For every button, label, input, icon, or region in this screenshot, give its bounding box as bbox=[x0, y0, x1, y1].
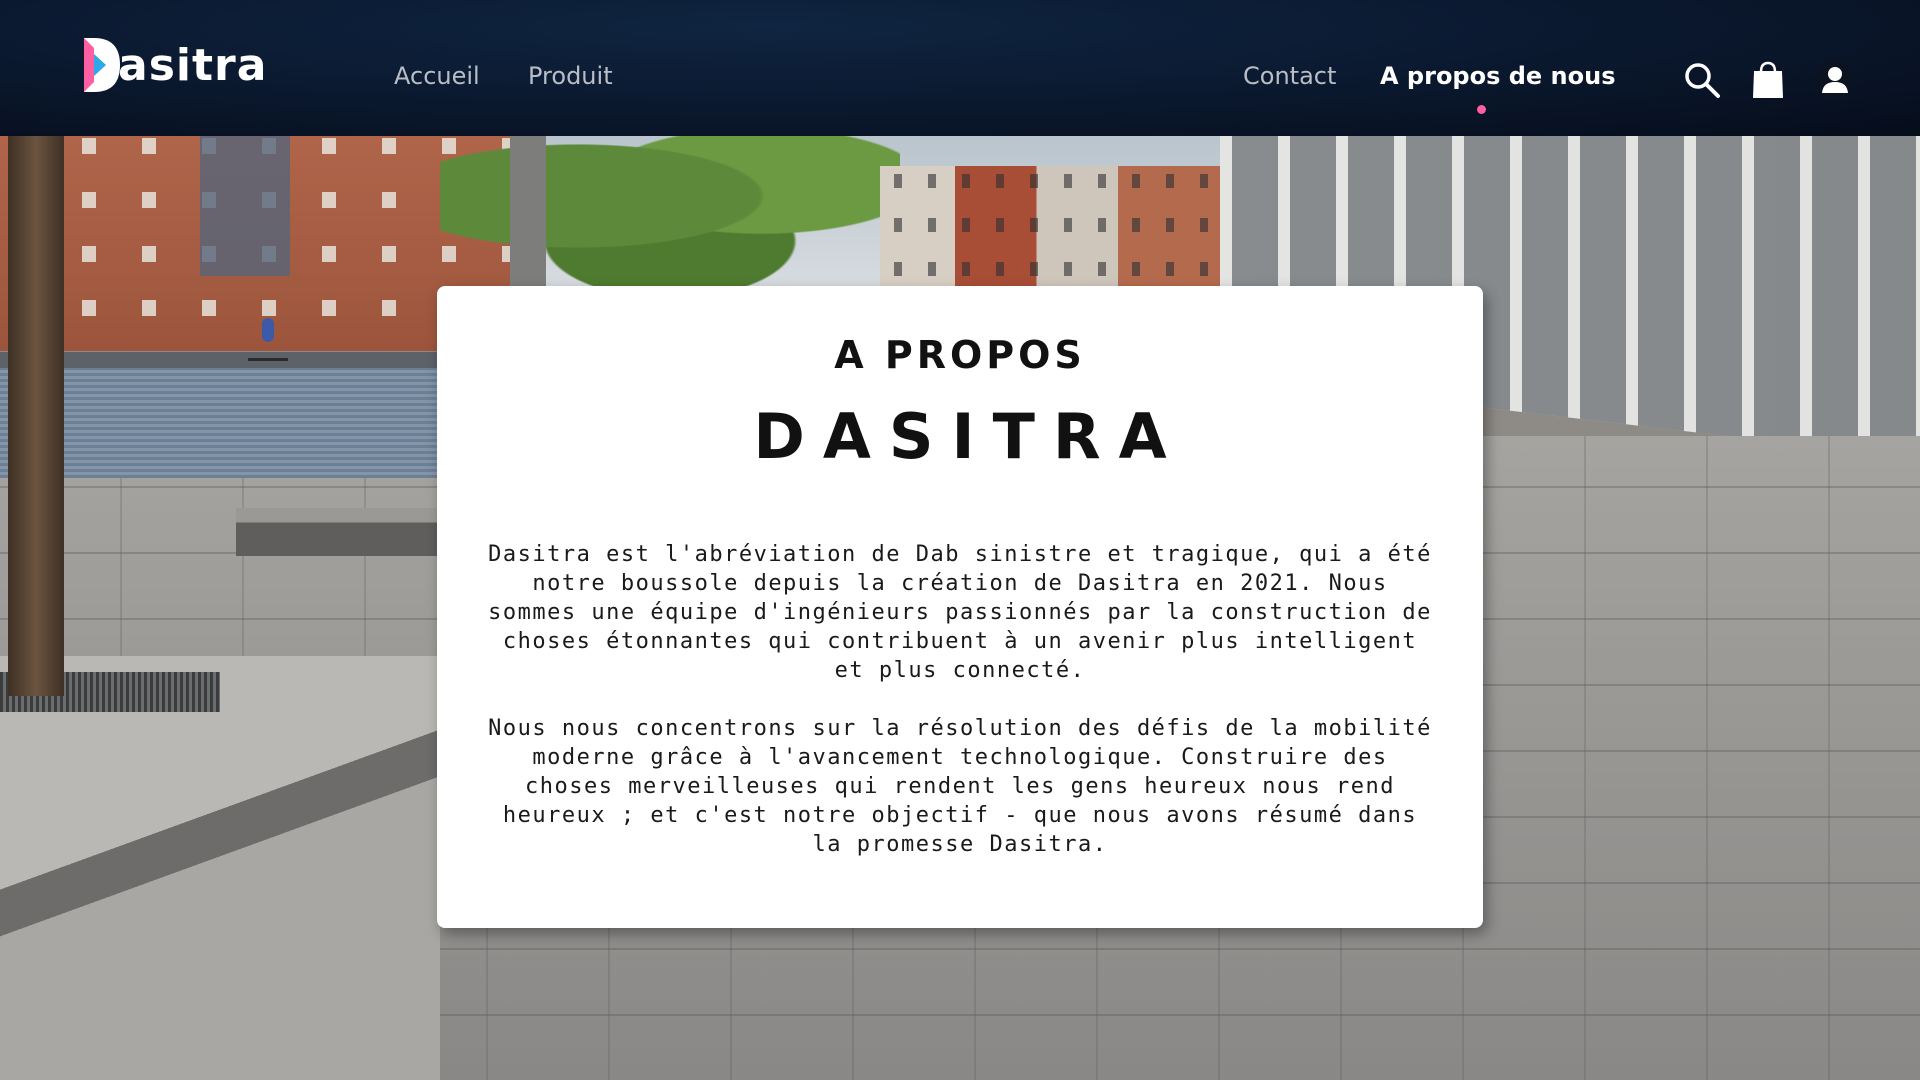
tree-trunk bbox=[8, 136, 64, 696]
logo[interactable]: asitra bbox=[80, 34, 267, 94]
about-title: DASITRA bbox=[753, 400, 1185, 473]
about-page: asitra Accueil Produit Contact A propos … bbox=[0, 0, 1920, 1080]
distant-houses bbox=[880, 166, 1220, 296]
nav-contact[interactable]: Contact bbox=[1243, 62, 1336, 90]
logo-text: asitra bbox=[118, 40, 268, 91]
nav-a-propos[interactable]: A propos de nous bbox=[1380, 62, 1616, 90]
concrete-pole bbox=[510, 136, 546, 286]
about-subtitle: A PROPOS bbox=[834, 333, 1086, 377]
active-nav-indicator bbox=[1477, 105, 1486, 114]
nav-accueil[interactable]: Accueil bbox=[394, 62, 480, 90]
search-icon[interactable] bbox=[1682, 60, 1722, 100]
cyclist bbox=[248, 316, 288, 361]
about-paragraph-1: Dasitra est l'abréviation de Dab sinistr… bbox=[488, 542, 1432, 683]
nav-produit[interactable]: Produit bbox=[528, 62, 613, 90]
trees bbox=[440, 136, 900, 286]
stone-steps bbox=[0, 656, 440, 1080]
logo-mark-icon bbox=[84, 38, 120, 92]
about-card: A PROPOS DASITRA Dasitra est l'abréviati… bbox=[437, 286, 1483, 928]
canal-water bbox=[0, 368, 440, 478]
about-paragraph-2: Nous nous concentrons sur la résolution … bbox=[488, 716, 1432, 857]
site-header: asitra Accueil Produit Contact A propos … bbox=[0, 0, 1920, 136]
building-blue-panels bbox=[200, 136, 290, 276]
stone-bench bbox=[236, 508, 446, 556]
user-icon[interactable] bbox=[1815, 60, 1855, 100]
shopping-bag-icon[interactable] bbox=[1748, 60, 1788, 100]
